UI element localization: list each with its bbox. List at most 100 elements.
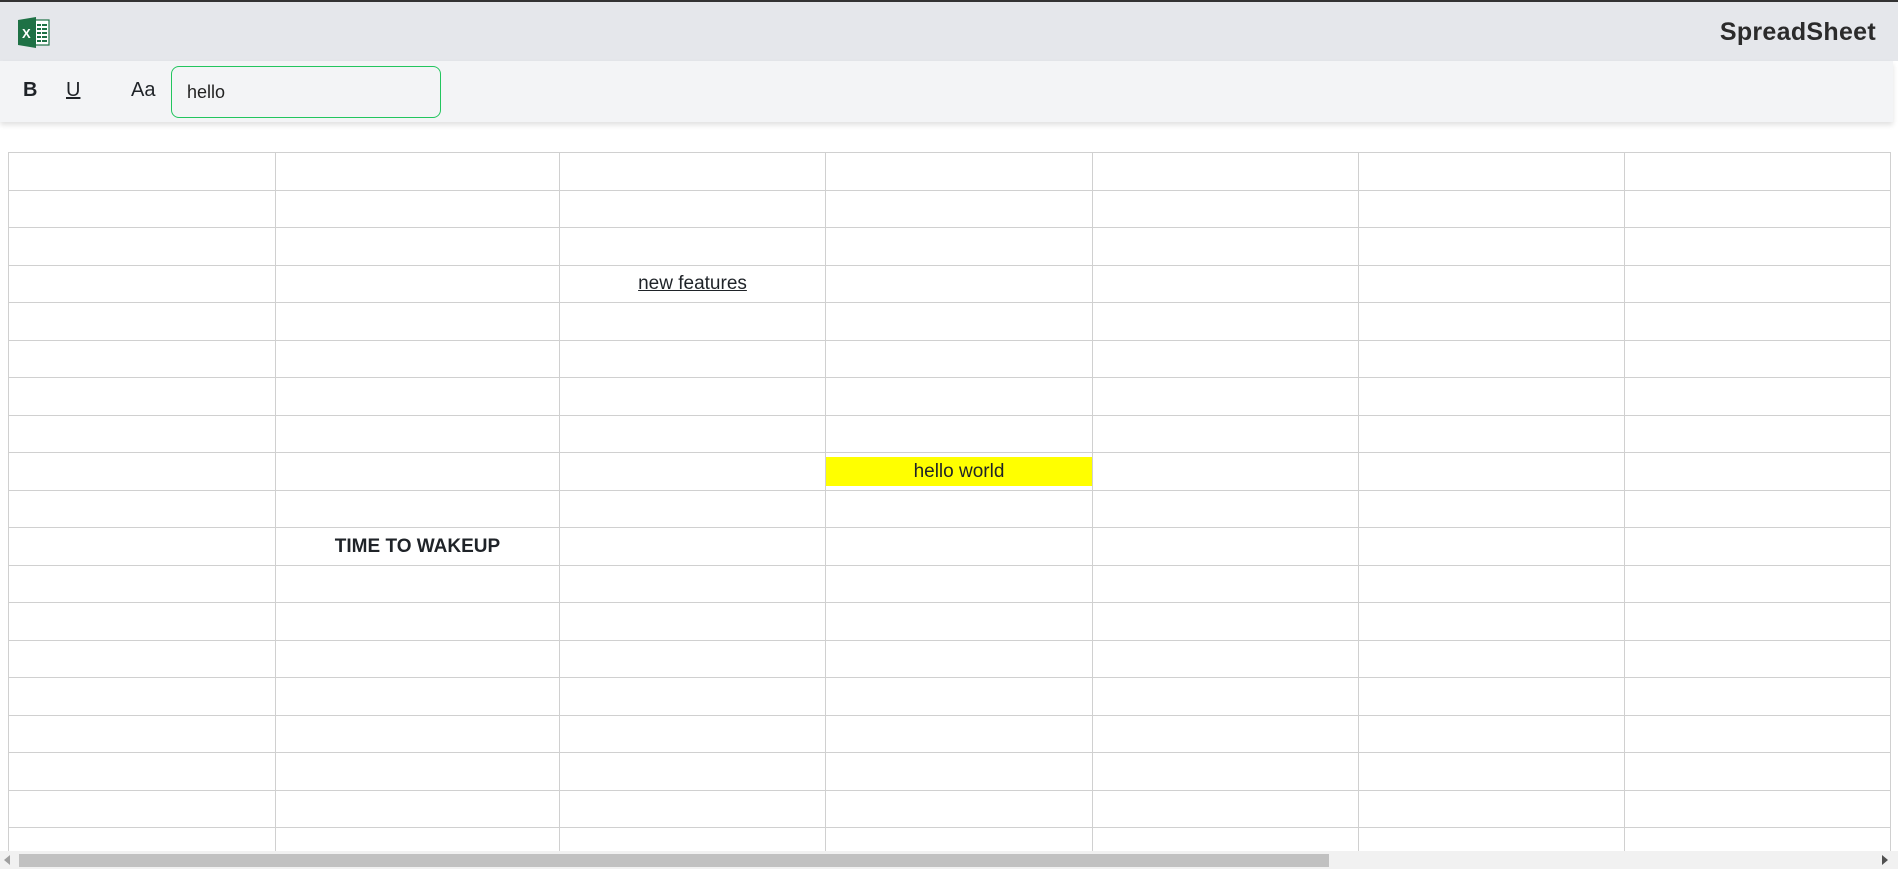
grid-cell[interactable] — [1358, 827, 1625, 851]
grid-cell[interactable] — [559, 414, 826, 453]
grid-cell[interactable] — [8, 302, 276, 341]
grid-cell[interactable] — [825, 414, 1093, 453]
grid-cell[interactable] — [825, 564, 1093, 603]
font-button[interactable]: Aa — [131, 79, 155, 102]
grid-cell[interactable] — [1358, 714, 1625, 753]
grid-cell[interactable] — [1624, 752, 1891, 791]
grid-cell[interactable] — [275, 602, 560, 641]
grid-cell[interactable] — [8, 152, 276, 191]
grid-cell[interactable] — [1092, 752, 1359, 791]
grid-cell[interactable] — [1358, 752, 1625, 791]
grid-cell[interactable] — [8, 602, 276, 641]
grid-cell[interactable] — [559, 714, 826, 753]
grid-cell[interactable] — [559, 639, 826, 678]
grid-cell[interactable] — [1092, 152, 1359, 191]
grid-cell[interactable] — [1624, 339, 1891, 378]
grid-cell[interactable] — [275, 377, 560, 416]
grid-cell[interactable] — [559, 789, 826, 828]
scrollbar-thumb[interactable] — [19, 854, 1329, 867]
grid-cell[interactable] — [275, 827, 560, 851]
grid-cell[interactable] — [1358, 377, 1625, 416]
grid-cell[interactable] — [825, 677, 1093, 716]
grid-cell[interactable] — [825, 377, 1093, 416]
grid-cell[interactable] — [275, 227, 560, 266]
grid-cell[interactable] — [1092, 414, 1359, 453]
grid-cell[interactable] — [1624, 677, 1891, 716]
grid-cell[interactable] — [1624, 264, 1891, 303]
grid-cell[interactable] — [559, 752, 826, 791]
grid-cell[interactable] — [559, 227, 826, 266]
grid-cell[interactable] — [1358, 452, 1625, 491]
grid-cell[interactable] — [1624, 789, 1891, 828]
grid-cell[interactable] — [1358, 302, 1625, 341]
grid-cell[interactable] — [8, 227, 276, 266]
grid-cell[interactable] — [1092, 489, 1359, 528]
grid-cell[interactable] — [825, 339, 1093, 378]
grid-cell[interactable] — [1624, 489, 1891, 528]
grid-cell[interactable] — [1624, 302, 1891, 341]
grid-cell[interactable] — [8, 639, 276, 678]
grid-cell[interactable] — [1624, 527, 1891, 566]
grid-cell[interactable] — [825, 789, 1093, 828]
grid-cell[interactable] — [1092, 564, 1359, 603]
grid-cell[interactable] — [825, 189, 1093, 228]
grid-cell[interactable] — [8, 714, 276, 753]
grid-cell[interactable] — [275, 489, 560, 528]
grid-cell[interactable] — [8, 752, 276, 791]
grid-cell[interactable] — [559, 489, 826, 528]
scroll-right-icon[interactable] — [1882, 855, 1888, 865]
grid-cell[interactable] — [1624, 714, 1891, 753]
grid-cell[interactable] — [1092, 227, 1359, 266]
grid-cell[interactable] — [8, 264, 276, 303]
grid-cell[interactable] — [825, 489, 1093, 528]
grid-cell[interactable] — [1624, 452, 1891, 491]
grid-cell[interactable] — [825, 714, 1093, 753]
grid-cell[interactable] — [1624, 152, 1891, 191]
grid-cell[interactable] — [1624, 189, 1891, 228]
grid-cell[interactable] — [8, 339, 276, 378]
grid-cell[interactable] — [559, 827, 826, 851]
grid-cell[interactable] — [825, 527, 1093, 566]
grid-cell[interactable] — [8, 489, 276, 528]
grid-cell[interactable]: hello world — [825, 452, 1093, 491]
grid-cell[interactable] — [825, 264, 1093, 303]
grid-cell[interactable] — [1092, 827, 1359, 851]
grid-cell[interactable] — [275, 189, 560, 228]
grid-cell[interactable] — [275, 677, 560, 716]
grid-cell[interactable] — [1624, 227, 1891, 266]
grid-cell[interactable] — [8, 527, 276, 566]
grid-cell[interactable] — [8, 789, 276, 828]
grid-cell[interactable] — [275, 752, 560, 791]
grid-cell[interactable] — [559, 527, 826, 566]
grid-cell[interactable] — [275, 339, 560, 378]
grid-cell[interactable] — [825, 152, 1093, 191]
grid-cell[interactable] — [1358, 152, 1625, 191]
grid-cell[interactable] — [275, 152, 560, 191]
grid-cell[interactable] — [275, 264, 560, 303]
grid-cell[interactable] — [1092, 189, 1359, 228]
grid-cell[interactable] — [559, 602, 826, 641]
grid-cell[interactable] — [275, 789, 560, 828]
grid-cell[interactable] — [559, 677, 826, 716]
grid-cell[interactable] — [825, 827, 1093, 851]
grid-cell[interactable] — [275, 639, 560, 678]
grid-cell[interactable] — [825, 227, 1093, 266]
grid-cell[interactable] — [559, 452, 826, 491]
grid-cell[interactable] — [1358, 339, 1625, 378]
grid-cell[interactable] — [1358, 414, 1625, 453]
grid-cell[interactable] — [1358, 677, 1625, 716]
grid-cell[interactable] — [1624, 827, 1891, 851]
grid-cell[interactable] — [559, 189, 826, 228]
grid-cell[interactable] — [8, 377, 276, 416]
grid-cell[interactable] — [8, 677, 276, 716]
grid-cell[interactable]: TIME TO WAKEUP — [275, 527, 560, 566]
grid-cell[interactable] — [1358, 264, 1625, 303]
grid-cell[interactable] — [1358, 489, 1625, 528]
grid-cell[interactable] — [1092, 602, 1359, 641]
grid-cell[interactable] — [1624, 639, 1891, 678]
cell-content-input[interactable] — [171, 66, 441, 118]
grid-cell[interactable] — [1092, 677, 1359, 716]
grid-cell[interactable] — [8, 414, 276, 453]
grid-cell[interactable] — [825, 602, 1093, 641]
grid-cell[interactable] — [1358, 189, 1625, 228]
